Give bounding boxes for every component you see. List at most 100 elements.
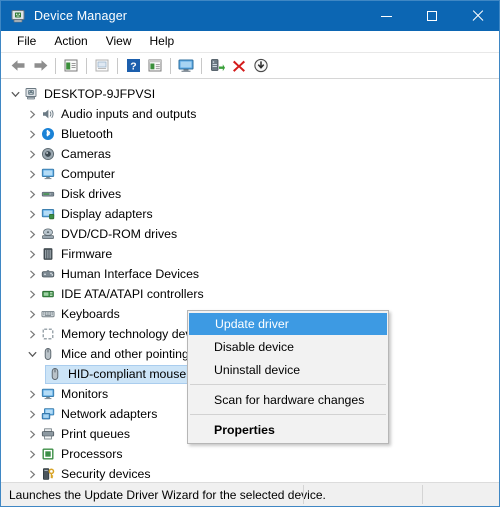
disable-device-icon[interactable] (250, 55, 272, 76)
keyboard-icon (40, 306, 56, 322)
chevron-right-icon[interactable] (24, 126, 40, 142)
toolbar: ? (1, 53, 499, 79)
maximize-icon (426, 11, 437, 21)
tree-node-label: Security devices (61, 467, 151, 481)
scan-monitor-icon[interactable] (175, 55, 197, 76)
chevron-right-icon[interactable] (24, 146, 40, 162)
tree-node-dvd-cdrom-drives[interactable]: DVD/CD-ROM drives (1, 224, 499, 244)
tree-node-label: Monitors (61, 387, 109, 401)
tree-node-label: Firmware (61, 247, 113, 261)
chevron-right-icon[interactable] (24, 306, 40, 322)
tree-node-firmware[interactable]: Firmware (1, 244, 499, 264)
chevron-right-icon[interactable] (24, 106, 40, 122)
context-menu-separator (190, 414, 386, 415)
tree-node-label: Network adapters (61, 407, 158, 421)
tree-node-label: DESKTOP-9JFPVSI (44, 87, 156, 101)
menu-action[interactable]: Action (45, 32, 96, 51)
svg-text:?: ? (130, 61, 136, 73)
tree-node-display-adapters[interactable]: Display adapters (1, 204, 499, 224)
chevron-right-icon[interactable] (24, 446, 40, 462)
tree-node-bluetooth[interactable]: Bluetooth (1, 124, 499, 144)
tree-node-audio-inputs-and-outputs[interactable]: Audio inputs and outputs (1, 104, 499, 124)
tree-node-label: Print queues (61, 427, 131, 441)
update-driver-icon[interactable] (206, 55, 228, 76)
ide-controller-icon (40, 286, 56, 302)
monitor-icon (40, 386, 56, 402)
toolbar-separator (201, 57, 202, 74)
context-menu[interactable]: Update driver Disable device Uninstall d… (187, 310, 389, 444)
title-bar: Device Manager (1, 1, 499, 31)
tree-node-computer[interactable]: Computer (1, 164, 499, 184)
tree-node-label: DVD/CD-ROM drives (61, 227, 178, 241)
device-manager-window: Device Manager File Action View Help ? D… (0, 0, 500, 507)
speaker-icon (40, 106, 56, 122)
device-manager-icon (10, 8, 26, 24)
tree-node-ide-ata-atapi-controllers[interactable]: IDE ATA/ATAPI controllers (1, 284, 499, 304)
hid-icon (40, 266, 56, 282)
menu-file[interactable]: File (8, 32, 45, 51)
camera-icon (40, 146, 56, 162)
menu-view[interactable]: View (97, 32, 141, 51)
chevron-right-icon[interactable] (24, 426, 40, 442)
tree-node-cameras[interactable]: Cameras (1, 144, 499, 164)
context-menu-item-properties[interactable]: Properties (188, 418, 388, 441)
chevron-right-icon[interactable] (24, 246, 40, 262)
forward-arrow-icon[interactable] (29, 55, 51, 76)
processor-icon (40, 446, 56, 462)
context-menu-item-update-driver[interactable]: Update driver (189, 313, 387, 335)
toolbar-separator (55, 57, 56, 74)
chevron-right-icon[interactable] (24, 266, 40, 282)
status-bar: Launches the Update Driver Wizard for th… (1, 482, 499, 506)
back-arrow-icon[interactable] (7, 55, 29, 76)
uninstall-device-icon[interactable] (228, 55, 250, 76)
tree-node-label: Display adapters (61, 207, 153, 221)
context-menu-separator (190, 384, 386, 385)
maximize-button[interactable] (409, 1, 454, 31)
chevron-right-icon[interactable] (24, 186, 40, 202)
device-tree[interactable]: DESKTOP-9JFPVSI Audio inputs and outputs (1, 79, 499, 482)
chevron-right-icon[interactable] (24, 406, 40, 422)
minimize-button[interactable] (364, 1, 409, 31)
chevron-down-icon[interactable] (7, 86, 23, 102)
window-title: Device Manager (34, 9, 128, 23)
status-bar-divider (303, 485, 304, 504)
context-menu-item-uninstall-device[interactable]: Uninstall device (188, 358, 388, 381)
toolbar-separator (170, 57, 171, 74)
close-icon (471, 10, 483, 22)
tree-node-label: Bluetooth (61, 127, 113, 141)
chevron-right-icon[interactable] (24, 166, 40, 182)
printer-icon (40, 426, 56, 442)
chevron-right-icon[interactable] (24, 206, 40, 222)
status-bar-text: Launches the Update Driver Wizard for th… (9, 487, 326, 502)
tree-node-disk-drives[interactable]: Disk drives (1, 184, 499, 204)
chevron-right-icon[interactable] (24, 386, 40, 402)
context-menu-item-scan-for-hardware-changes[interactable]: Scan for hardware changes (188, 388, 388, 411)
chevron-right-icon[interactable] (24, 226, 40, 242)
mouse-icon (47, 366, 63, 382)
network-adapter-icon (40, 406, 56, 422)
chevron-down-icon[interactable] (24, 346, 40, 362)
tree-node-label: Audio inputs and outputs (61, 107, 197, 121)
chevron-right-icon[interactable] (24, 466, 40, 482)
context-menu-item-disable-device[interactable]: Disable device (188, 335, 388, 358)
show-hidden-devices-icon[interactable] (60, 55, 82, 76)
menu-help[interactable]: Help (141, 32, 184, 51)
tree-node-label: Disk drives (61, 187, 122, 201)
print-icon[interactable] (91, 55, 113, 76)
optical-drive-icon (40, 226, 56, 242)
chevron-right-icon[interactable] (24, 286, 40, 302)
tree-node-human-interface-devices[interactable]: Human Interface Devices (1, 264, 499, 284)
chevron-right-icon[interactable] (24, 326, 40, 342)
display-adapter-icon (40, 206, 56, 222)
computer-icon (23, 86, 39, 102)
close-button[interactable] (454, 1, 499, 31)
menu-bar: File Action View Help (1, 31, 499, 53)
help-icon[interactable]: ? (122, 55, 144, 76)
tree-node-label: Processors (61, 447, 123, 461)
tree-node-root[interactable]: DESKTOP-9JFPVSI (1, 84, 499, 104)
properties-icon[interactable] (144, 55, 166, 76)
tree-node-security-devices[interactable]: Security devices (1, 464, 499, 482)
toolbar-separator (86, 57, 87, 74)
tree-node-processors[interactable]: Processors (1, 444, 499, 464)
toolbar-separator (117, 57, 118, 74)
